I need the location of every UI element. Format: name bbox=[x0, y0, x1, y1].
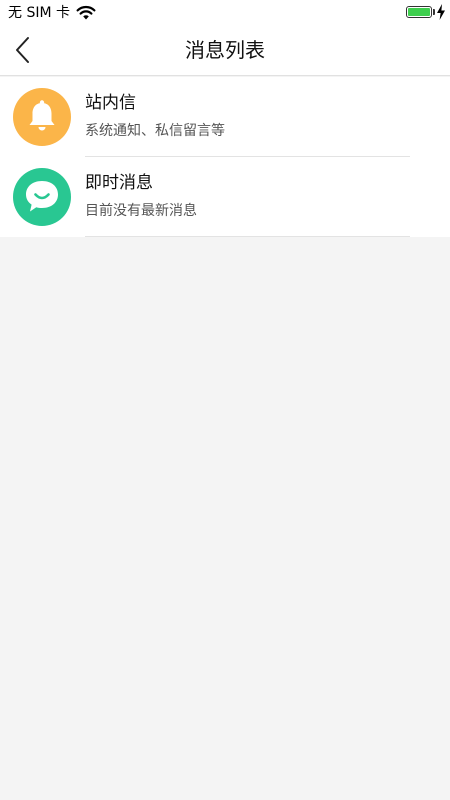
battery-level-fill bbox=[408, 8, 430, 16]
page-title: 消息列表 bbox=[185, 38, 265, 62]
charging-bolt-icon bbox=[437, 4, 445, 20]
battery-cap bbox=[433, 9, 435, 15]
instant-message-subtitle: 目前没有最新消息 bbox=[85, 203, 197, 219]
navigation-bar: 消息列表 bbox=[0, 26, 450, 76]
list-item-site-message[interactable]: 站内信 系统通知、私信留言等 bbox=[0, 77, 450, 157]
status-bar: 无 SIM 卡 bbox=[0, 0, 450, 26]
site-message-avatar bbox=[13, 88, 71, 146]
message-list: 站内信 系统通知、私信留言等 即时消息 目前没有最新消息 bbox=[0, 77, 450, 237]
site-message-subtitle: 系统通知、私信留言等 bbox=[85, 123, 225, 139]
chat-smile-icon bbox=[26, 181, 58, 212]
divider bbox=[85, 236, 410, 237]
site-message-title: 站内信 bbox=[85, 93, 136, 113]
instant-message-avatar bbox=[13, 168, 71, 226]
list-item-instant-message[interactable]: 即时消息 目前没有最新消息 bbox=[0, 157, 450, 237]
battery-icon bbox=[406, 6, 432, 18]
carrier-label: 无 SIM 卡 bbox=[8, 5, 70, 21]
bell-icon bbox=[29, 100, 55, 131]
wifi-icon bbox=[76, 5, 96, 20]
instant-message-title: 即时消息 bbox=[85, 173, 153, 193]
